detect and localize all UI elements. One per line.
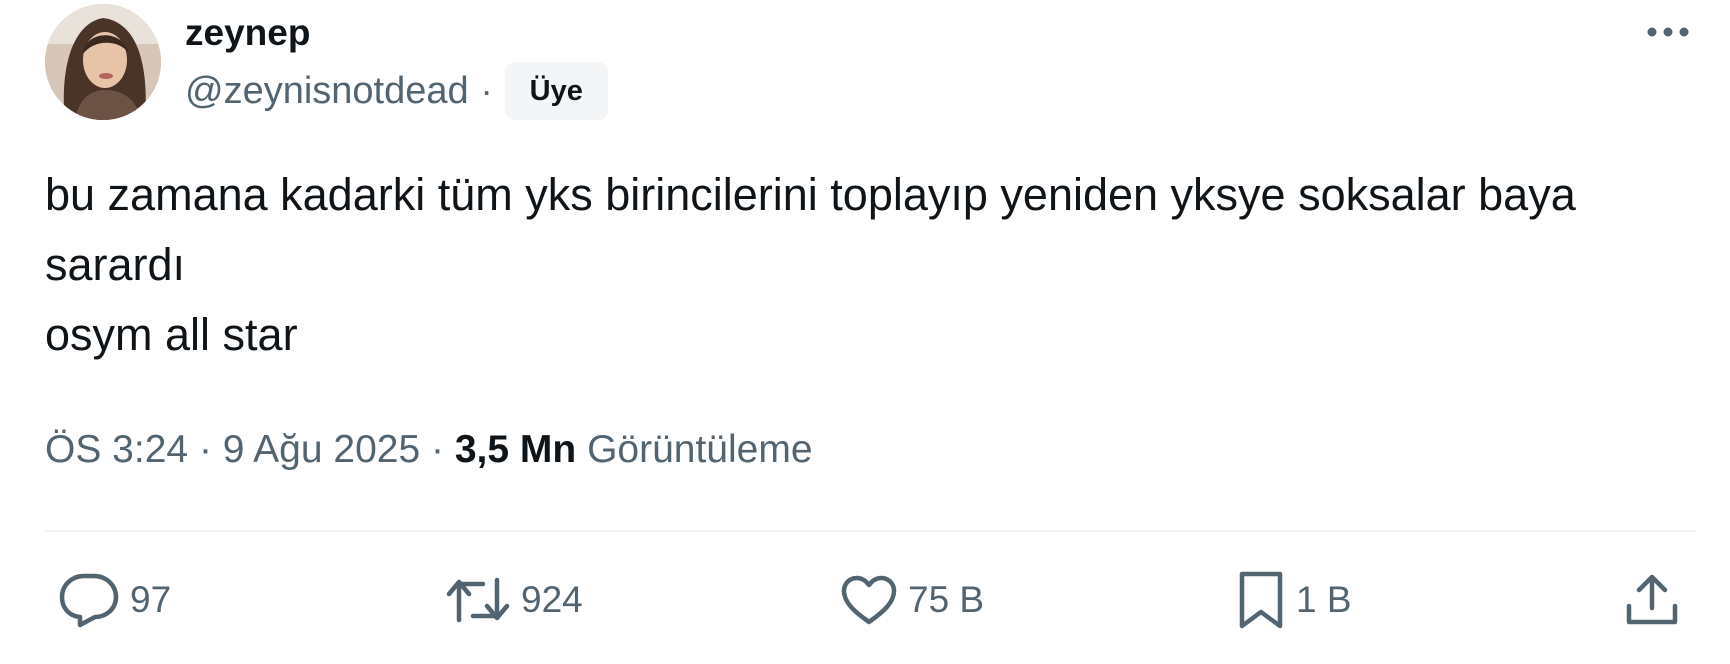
heart-icon — [841, 575, 897, 625]
separator-dot: · — [480, 70, 493, 111]
avatar[interactable] — [45, 4, 161, 120]
reply-icon — [59, 573, 119, 628]
like-button[interactable]: 75 B — [840, 565, 984, 635]
repost-button[interactable]: 924 — [445, 565, 583, 635]
views-count[interactable]: 3,5 Mn — [455, 428, 576, 471]
separator-dot: · — [198, 428, 212, 471]
repost-count: 924 — [521, 579, 583, 620]
views-label: Görüntüleme — [587, 428, 813, 471]
tweet-date[interactable]: 9 Ağu 2025 — [223, 428, 420, 471]
reply-button[interactable]: 97 — [58, 565, 171, 635]
bookmark-button[interactable]: 1 B — [1236, 565, 1352, 635]
subscribe-badge[interactable]: Üye — [504, 62, 608, 120]
divider — [45, 530, 1695, 532]
display-name[interactable]: zeynep — [185, 8, 310, 58]
bookmark-count: 1 B — [1296, 579, 1352, 620]
tweet-text: bu zamana kadarki tüm yks birincilerini … — [45, 169, 1576, 360]
tweet-card: zeynep @zeynisnotdead · Üye bu zamana ka… — [0, 0, 1730, 664]
more-button[interactable] — [1640, 12, 1696, 52]
more-horizontal-icon — [1647, 27, 1689, 37]
bookmark-icon — [1239, 571, 1283, 629]
share-button[interactable] — [1625, 565, 1679, 635]
tweet-time[interactable]: ÖS 3:24 — [45, 428, 188, 471]
share-icon — [1626, 574, 1678, 625]
reply-count: 97 — [130, 579, 172, 620]
user-handle[interactable]: @zeynisnotdead — [185, 70, 469, 113]
handle-row: @zeynisnotdead · Üye — [185, 62, 608, 120]
avatar-image — [45, 4, 161, 120]
repost-icon — [446, 577, 510, 623]
tweet-meta: ÖS 3:24 · 9 Ağu 2025 · 3,5 Mn Görüntülem… — [45, 422, 813, 478]
separator-dot: · — [431, 428, 444, 471]
like-count: 75 B — [908, 579, 985, 620]
